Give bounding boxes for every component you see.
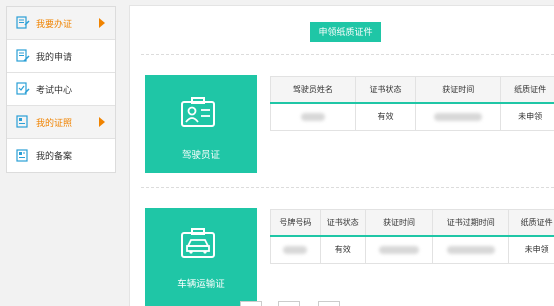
sidebar-item-my-record[interactable]: 我的备案 [7,139,115,172]
apply-certificate-icon [15,16,30,31]
column-header: 获证时间 [364,209,434,237]
redacted-value [379,246,420,255]
issue-date-cell [364,235,434,264]
issue-date-cell [415,102,502,131]
redacted-value [434,113,483,122]
column-header: 证书状态 [354,76,417,104]
sidebar-item-label: 考试中心 [36,84,73,95]
column-header: 证书过期时间 [432,209,510,237]
divider [141,187,554,188]
paper-status-cell: 未申领 [508,235,554,264]
sidebar-item-apply-certificate[interactable]: 我要办证 [7,7,115,40]
arrow-right-icon [99,18,105,28]
sidebar: 我要办证 我的申请 考试中心 我的证照 我的备案 [6,6,116,173]
table-header-row: 号牌号码 证书状态 获证时间 证书过期时间 纸质证件 [270,209,554,237]
sidebar-item-label: 我的备案 [36,151,73,161]
vehicle-badge-icon [181,228,215,258]
id-badge-icon [181,97,215,127]
table-header-row: 驾驶员姓名 证书状态 获证时间 纸质证件 [270,76,554,104]
column-header: 纸质证件 [508,209,554,237]
status-cell: 有效 [354,102,417,131]
apply-paper-certificate-button[interactable]: 申领纸质证件 [310,22,381,42]
vehicle-card-title: 车辆运输证 [177,279,225,290]
my-record-icon [15,148,30,163]
my-license-icon [15,115,30,130]
driver-name-cell [270,102,356,131]
column-header: 驾驶员姓名 [270,76,356,104]
driver-certificate-card[interactable]: 驾驶员证 [145,75,257,173]
sidebar-item-my-application[interactable]: 我的申请 [7,40,115,73]
column-header: 证书状态 [319,209,366,237]
main-panel: 申领纸质证件 驾驶员证 驾驶员姓名 证书状态 获证时间 纸质证件 有效 未申领 … [129,5,554,306]
sidebar-item-label: 我的申请 [36,51,73,62]
paper-status-cell: 未申领 [500,102,554,131]
pager-button[interactable] [278,301,300,306]
column-header: 纸质证件 [500,76,554,104]
redacted-value [283,246,308,255]
driver-certificate-table: 驾驶员姓名 证书状态 获证时间 纸质证件 有效 未申领 [270,76,554,131]
table-row: 有效 未申领 [270,102,554,131]
column-header: 获证时间 [415,76,502,104]
my-application-icon [15,49,30,64]
divider [141,54,554,55]
arrow-right-icon [99,117,105,127]
expiry-date-cell [432,235,510,264]
table-row: 有效 未申领 [270,235,554,264]
exam-center-icon [15,82,30,97]
plate-number-cell [270,235,321,264]
sidebar-item-label: 我的证照 [36,117,73,128]
pager-button[interactable] [318,301,340,306]
sidebar-item-my-license[interactable]: 我的证照 [7,106,115,139]
redacted-value [446,246,495,255]
vehicle-certificate-table: 号牌号码 证书状态 获证时间 证书过期时间 纸质证件 有效 未申领 [270,209,554,264]
status-cell: 有效 [319,235,366,264]
driver-card-title: 驾驶员证 [181,150,220,161]
sidebar-item-exam-center[interactable]: 考试中心 [7,73,115,106]
column-header: 号牌号码 [270,209,321,237]
pager-button[interactable] [240,301,262,306]
redacted-value [300,113,325,122]
vehicle-certificate-card[interactable]: 车辆运输证 [145,208,257,306]
sidebar-item-label: 我要办证 [36,18,73,29]
